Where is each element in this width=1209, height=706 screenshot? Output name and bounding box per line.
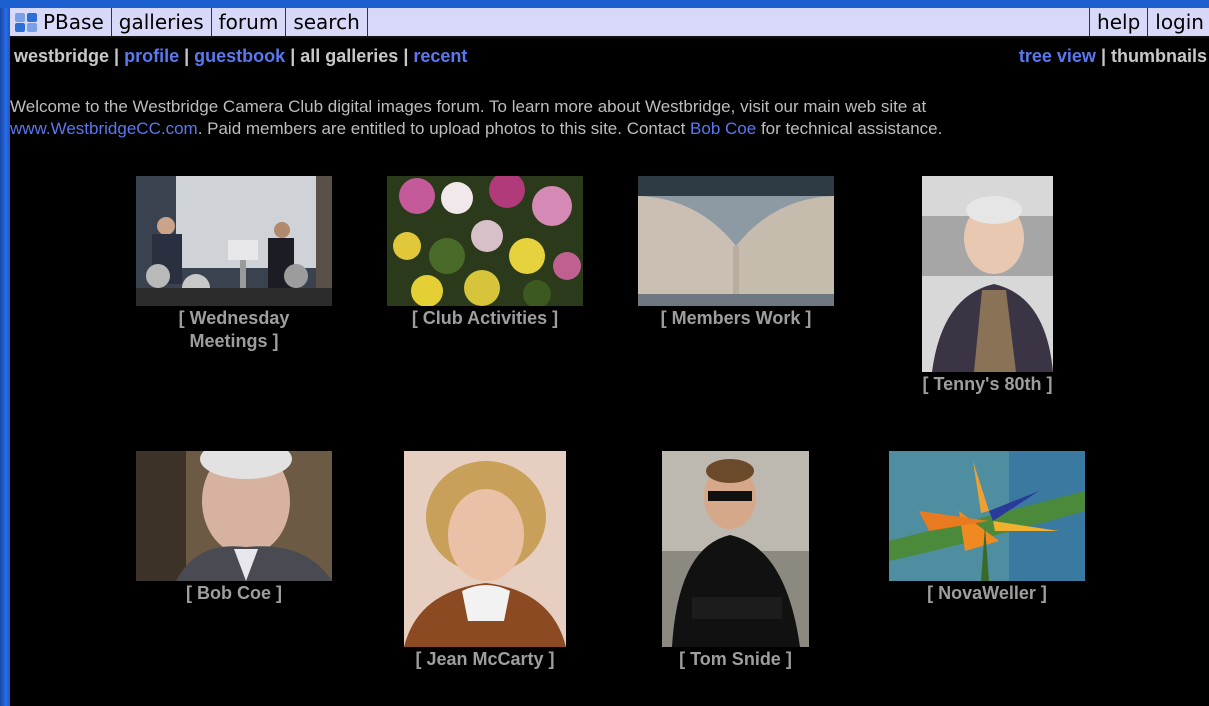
intro-text-3: for technical assistance. xyxy=(760,119,943,138)
nav-forum-link[interactable]: forum xyxy=(212,8,287,36)
gallery-caption[interactable]: [ Tom Snide ] xyxy=(632,648,839,671)
flowers-photo[interactable] xyxy=(387,176,583,306)
nav-search-link[interactable]: search xyxy=(286,8,368,36)
subnav-all-galleries: all galleries xyxy=(300,46,399,66)
gallery-caption[interactable]: [ Jean McCarty ] xyxy=(374,648,596,671)
gallery-club-activities[interactable]: [ Club Activities ] xyxy=(387,176,583,328)
woman-portrait[interactable] xyxy=(404,451,566,647)
contact-link[interactable]: Bob Coe xyxy=(690,119,756,138)
nav-galleries-link[interactable]: galleries xyxy=(112,8,212,36)
meeting-photo[interactable] xyxy=(136,176,332,306)
gallery-members-work[interactable]: [ Members Work ] xyxy=(638,176,834,328)
gallery-caption[interactable]: [ Wednesday Meetings ] xyxy=(146,307,322,353)
gallery-caption[interactable]: [ NovaWeller ] xyxy=(859,582,1115,605)
gallery-wednesday-meetings[interactable]: [ Wednesday Meetings ] xyxy=(136,176,332,351)
subnav-westbridge: westbridge xyxy=(14,46,110,66)
subnav-left: westbridge | profile | guestbook | all g… xyxy=(14,46,468,66)
man-sunglasses-portrait[interactable] xyxy=(662,451,809,647)
gallery-tom-snide[interactable]: [ Tom Snide ] xyxy=(662,451,809,669)
window-frame-top xyxy=(0,0,1209,8)
gallery-caption[interactable]: [ Tenny's 80th ] xyxy=(882,373,1093,396)
intro-text-1: Welcome to the Westbridge Camera Club di… xyxy=(10,97,927,116)
subnav-tree-view-link[interactable]: tree view xyxy=(1019,46,1096,66)
gallery-caption[interactable]: [ Bob Coe ] xyxy=(106,582,362,605)
man-portrait[interactable] xyxy=(136,451,332,581)
website-link[interactable]: www.WestbridgeCC.com xyxy=(10,119,198,138)
pbase-logo-icon xyxy=(14,11,38,33)
subnav-recent-link[interactable]: recent xyxy=(413,46,467,66)
bird-of-paradise-photo[interactable] xyxy=(889,451,1085,581)
gallery-caption[interactable]: [ Members Work ] xyxy=(608,307,864,330)
gallery-caption[interactable]: [ Club Activities ] xyxy=(357,307,613,330)
window-frame-left xyxy=(0,8,10,706)
older-man-portrait[interactable] xyxy=(922,176,1053,372)
pbase-logo-link[interactable]: PBase xyxy=(10,8,112,36)
gallery-tennys-80th[interactable]: [ Tenny's 80th ] xyxy=(922,176,1053,394)
gallery-subnav: westbridge | profile | guestbook | all g… xyxy=(14,46,1207,70)
subnav-thumbnails: thumbnails xyxy=(1110,46,1207,66)
subnav-right: tree view | thumbnails xyxy=(1018,46,1207,66)
gallery-novaweller[interactable]: [ NovaWeller ] xyxy=(889,451,1085,603)
subnav-profile-link[interactable]: profile xyxy=(124,46,179,66)
intro-text-2: . Paid members are entitled to upload ph… xyxy=(197,119,686,138)
navbar-spacer xyxy=(368,8,1091,36)
nav-help-link[interactable]: help xyxy=(1090,8,1149,36)
pbase-logo-text: PBase xyxy=(43,10,104,34)
nav-login-link[interactable]: login xyxy=(1148,8,1209,36)
welcome-paragraph: Welcome to the Westbridge Camera Club di… xyxy=(10,96,1090,140)
open-book-photo[interactable] xyxy=(638,176,834,306)
subnav-guestbook-link[interactable]: guestbook xyxy=(194,46,285,66)
gallery-bob-coe[interactable]: [ Bob Coe ] xyxy=(136,451,332,603)
pbase-navbar: PBase galleries forum search help login xyxy=(10,8,1209,38)
gallery-jean-mccarty[interactable]: [ Jean McCarty ] xyxy=(404,451,566,669)
